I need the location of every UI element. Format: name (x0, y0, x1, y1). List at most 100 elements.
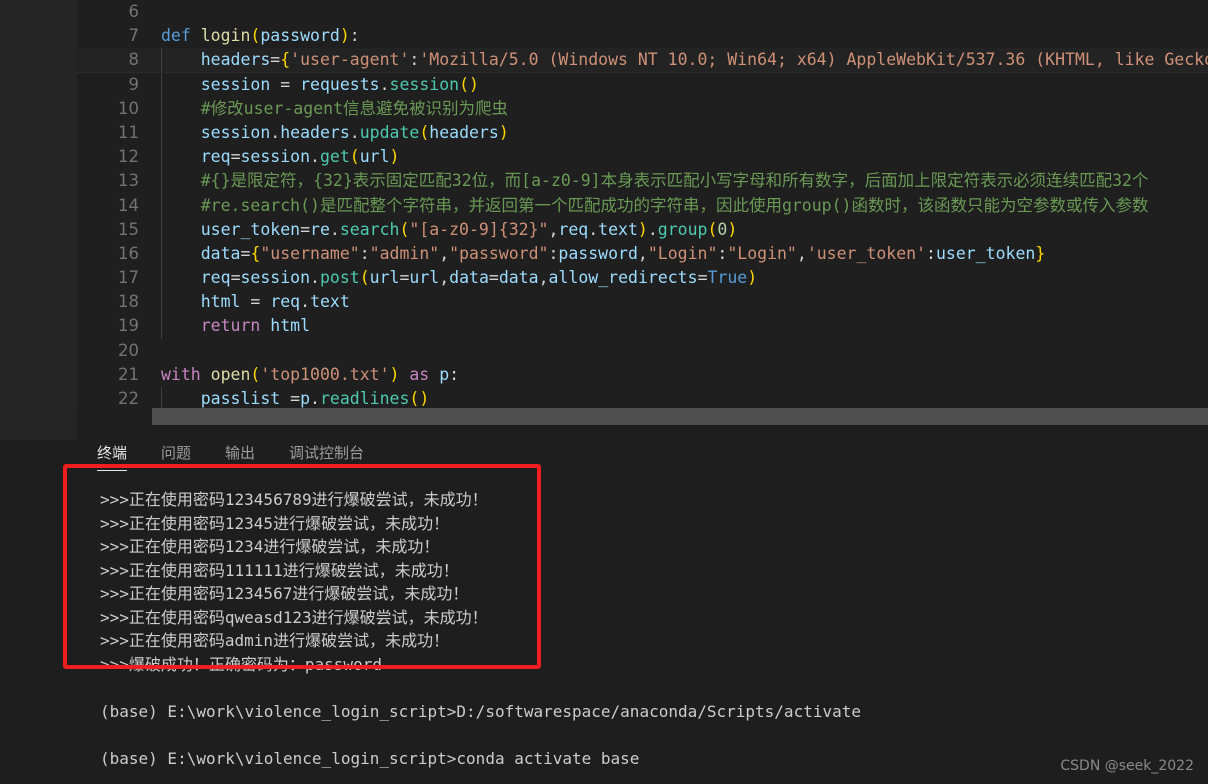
code-token: text (598, 219, 638, 239)
terminal-output-line: >>>正在使用密码12345进行爆破尝试，未成功！ (100, 513, 450, 533)
code-token: = (240, 292, 271, 312)
code-token: session (240, 147, 311, 167)
code-text: user_token=re.search("[a-z0-9]{32}",req.… (161, 218, 738, 242)
code-token: 'top1000.txt' (260, 364, 390, 384)
code-line[interactable]: 11 session.headers.update(headers) (77, 120, 1208, 146)
code-token: login (200, 26, 251, 46)
code-token: req (200, 268, 231, 288)
code-line[interactable]: 7 def login(password): (77, 24, 1208, 48)
panel-tab-bar[interactable]: 终端 问题 输出 调试控制台 (77, 437, 398, 471)
vscode-window: 6 7 def login(password): 8 headers={'user-a… (0, 0, 1208, 784)
code-token: = (488, 268, 499, 288)
editor-horizontal-scrollbar[interactable] (152, 408, 1208, 425)
code-token: user_token (935, 243, 1036, 263)
code-line[interactable]: 10 #修改user-agent信息避免被识别为爬虫 (77, 96, 1208, 121)
code-line[interactable]: 14 #re.search()是匹配整个字符串，并返回第一个匹配成功的字符串，因… (77, 193, 1208, 218)
code-token: req (270, 292, 301, 312)
code-token: ) (747, 268, 758, 288)
code-line[interactable]: 15 user_token=re.search("[a-z0-9]{32}",r… (77, 217, 1208, 242)
terminal-prompt-line: (base) E:\work\violence_login_script>D:/… (100, 701, 861, 721)
code-text: session = requests.session() (161, 73, 479, 97)
code-line[interactable]: 21 with open('top1000.txt') as p: (77, 363, 1208, 387)
code-token: session (389, 74, 460, 94)
code-text: html = req.text (161, 290, 350, 314)
code-token: url (369, 268, 400, 288)
panel-tab-1[interactable]: 问题 (161, 442, 191, 467)
code-token: : (349, 26, 360, 46)
panel-tab-3[interactable]: 调试控制台 (289, 442, 364, 467)
code-token: "[a-z0-9]{32}" (409, 219, 549, 239)
code-token: : (359, 243, 370, 263)
code-token: #re.search()是匹配整个字符串，并返回第一个匹配成功的字符串，因此使用… (161, 195, 1149, 215)
sidebar-strip (0, 0, 77, 440)
code-line[interactable]: 16 data={"username":"admin","password":p… (77, 241, 1208, 267)
code-token: . (300, 292, 311, 312)
code-token: headers (429, 122, 499, 142)
code-text: headers={'user-agent':'Mozilla/5.0 (Wind… (161, 48, 1208, 72)
code-token: = (300, 219, 311, 239)
code-token: update (359, 122, 420, 142)
code-line[interactable]: 20 (77, 339, 1208, 363)
code-line[interactable]: 18 html = req.text (77, 290, 1208, 315)
code-token: password (260, 26, 340, 46)
code-token: . (588, 219, 599, 239)
code-text: session.headers.update(headers) (161, 121, 509, 145)
code-token: True (707, 268, 748, 288)
code-token: get (319, 147, 350, 167)
code-token: 'user_token' (806, 243, 927, 263)
code-text: #re.search()是匹配整个字符串，并返回第一个匹配成功的字符串，因此使用… (161, 194, 1149, 218)
code-token: password (558, 243, 638, 263)
terminal-output-line: >>>正在使用密码111111进行爆破尝试，未成功！ (100, 560, 459, 580)
code-line[interactable]: 22 passlist =p.readlines() (77, 387, 1208, 408)
code-line[interactable]: 13 #{}是限定符，{32}表示固定匹配32位，而[a-z0-9]本身表示匹配… (77, 169, 1208, 194)
code-token: : (449, 364, 460, 384)
code-token: : (409, 50, 420, 70)
code-token: allow_redirects (548, 268, 698, 288)
code-line[interactable]: 19 return html (77, 314, 1208, 339)
code-line[interactable]: 17 req=session.post(url=url,data=data,al… (77, 266, 1208, 291)
line-number: 16 (118, 243, 139, 263)
panel-tab-0[interactable]: 终端 (97, 442, 128, 471)
code-token: = (270, 50, 281, 70)
line-number: 8 (128, 50, 140, 70)
line-number: 10 (118, 98, 139, 118)
code-token: ( (349, 147, 360, 167)
code-text: #修改user-agent信息避免被识别为爬虫 (161, 97, 508, 121)
code-line[interactable]: 6 (77, 0, 1208, 24)
code-token: session (200, 74, 271, 94)
code-token: "Login" (647, 243, 718, 263)
code-token: user_token (200, 219, 301, 239)
code-token: headers (200, 50, 271, 70)
code-token: re (310, 219, 330, 239)
code-token: ) (727, 219, 738, 239)
code-line[interactable]: 9 session = requests.session() (77, 72, 1208, 97)
code-token: #{}是限定符，{32}表示固定匹配32位，而[a-z0-9]本身表示匹配小写字… (161, 171, 1149, 191)
code-token: . (270, 122, 281, 142)
terminal-prompt-line: (base) E:\work\violence_login_script>con… (100, 748, 640, 768)
line-number: 18 (118, 292, 139, 312)
code-token: search (339, 219, 400, 239)
terminal-output-line: >>>正在使用密码admin进行爆破尝试，未成功！ (100, 631, 450, 650)
line-number: 14 (118, 195, 139, 215)
code-token: session (240, 268, 311, 288)
code-token: #修改user-agent信息避免被识别为爬虫 (161, 98, 509, 118)
code-token: url (359, 147, 390, 167)
code-token: . (379, 74, 390, 94)
code-token: post (319, 268, 360, 288)
code-text: req=session.get(url) (161, 145, 400, 169)
code-line[interactable]: 12 req=session.get(url) (77, 145, 1208, 170)
code-token: ( (359, 268, 370, 288)
code-token: session (200, 122, 271, 142)
code-token: ) (389, 364, 400, 384)
code-line[interactable]: 8 headers={'user-agent':'Mozilla/5.0 (Wi… (77, 48, 1208, 73)
panel-tab-2[interactable]: 输出 (225, 442, 255, 467)
code-editor[interactable]: 6 7 def login(password): 8 headers={'user-a… (77, 0, 1208, 408)
terminal-output[interactable]: >>>正在使用密码123456789进行爆破尝试，未成功！ >>>正在使用密码12… (100, 488, 1200, 784)
code-token: , (439, 268, 450, 288)
code-token: "username" (260, 243, 360, 263)
